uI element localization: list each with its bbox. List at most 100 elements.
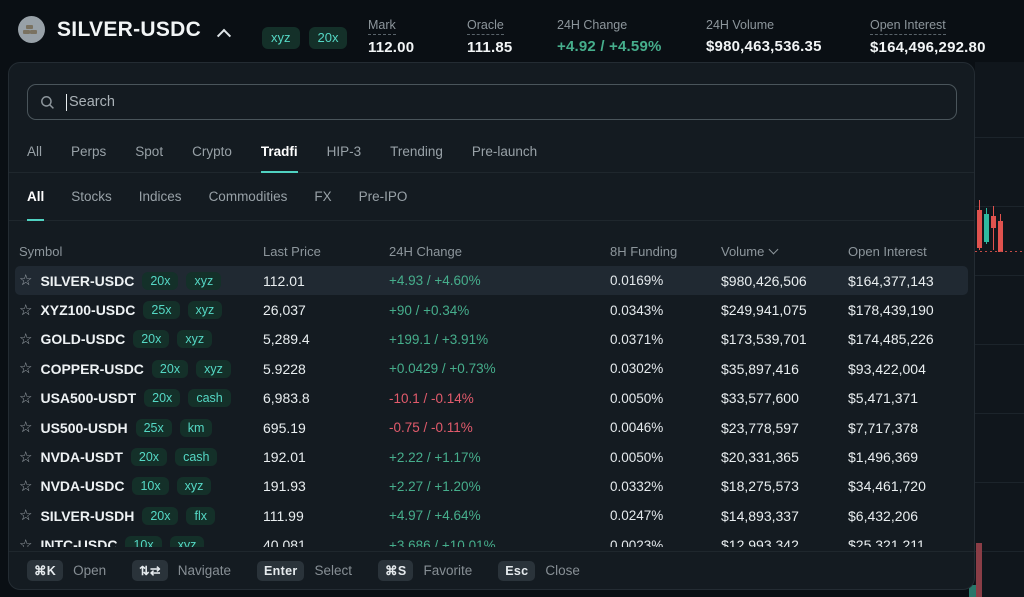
tab-all[interactable]: All: [27, 131, 42, 172]
kbd-close: Esc: [498, 561, 535, 581]
market-row-us500-usdh[interactable]: ☆ US500-USDH 25x km 695.19 -0.75 / -0.11…: [15, 413, 968, 442]
subtab-commodities[interactable]: Commodities: [209, 173, 288, 220]
subtab-pre-ipo[interactable]: Pre-IPO: [359, 173, 408, 220]
market-row-usa500-usdt[interactable]: ☆ USA500-USDT 20x cash 6,983.8 -10.1 / -…: [15, 384, 968, 413]
stat-label: 24H Volume: [706, 18, 774, 34]
candlestick: [984, 214, 989, 242]
24h-change: -0.75 / -0.11%: [389, 420, 610, 435]
leverage-badge: 20x: [142, 507, 178, 525]
dex-badge: cash: [188, 389, 230, 407]
subtab-fx[interactable]: FX: [314, 173, 331, 220]
tradfi-subtabs: All Stocks Indices Commodities FX Pre-IPO: [9, 173, 974, 221]
dex-badge: xyz: [196, 360, 231, 378]
8h-funding: 0.0050%: [610, 450, 721, 465]
open-interest: $25,321,211: [848, 537, 968, 547]
market-row-copper-usdc[interactable]: ☆ COPPER-USDC 20x xyz 5.9228 +0.0429 / +…: [15, 354, 968, 383]
shortcut-navigate: ⇅⇄Navigate: [132, 560, 231, 581]
market-list: ☆ SILVER-USDC 20x xyz 112.01 +4.93 / +4.…: [9, 266, 974, 547]
market-row-intc-usdc[interactable]: ☆ INTC-USDC 10x xyz 40,081 +3.686 / +10.…: [15, 531, 968, 547]
favorite-star-icon[interactable]: ☆: [19, 538, 32, 547]
volume-bar: [976, 543, 982, 597]
volume: $173,539,701: [721, 331, 848, 347]
stat-label: 24H Change: [557, 18, 627, 34]
tab-perps[interactable]: Perps: [71, 131, 106, 172]
column-header-volume[interactable]: Volume: [721, 244, 848, 259]
favorite-star-icon[interactable]: ☆: [19, 391, 32, 406]
volume: $20,331,365: [721, 449, 848, 465]
market-row-nvda-usdt[interactable]: ☆ NVDA-USDT 20x cash 192.01 +2.22 / +1.1…: [15, 442, 968, 471]
symbol-cell: ☆ INTC-USDC 10x xyz: [19, 536, 263, 547]
volume: $980,426,506: [721, 273, 848, 289]
volume: $23,778,597: [721, 420, 848, 436]
tab-spot[interactable]: Spot: [135, 131, 163, 172]
silver-coin-icon: [18, 16, 45, 43]
favorite-star-icon[interactable]: ☆: [19, 479, 32, 494]
symbol-label: NVDA-USDC: [40, 478, 124, 494]
chart-price-line: [975, 251, 1024, 252]
symbol-label: US500-USDH: [40, 420, 127, 436]
pair-title: SILVER-USDC: [57, 18, 201, 42]
stat-label[interactable]: Open Interest: [870, 18, 946, 35]
24h-change: -10.1 / -0.14%: [389, 391, 610, 406]
subtab-indices[interactable]: Indices: [139, 173, 182, 220]
market-row-gold-usdc[interactable]: ☆ GOLD-USDC 20x xyz 5,289.4 +199.1 / +3.…: [15, 325, 968, 354]
stat-open-interest: Open Interest $164,496,292.80: [870, 16, 986, 56]
tab-hip-3[interactable]: HIP-3: [327, 131, 362, 172]
market-row-nvda-usdc[interactable]: ☆ NVDA-USDC 10x xyz 191.93 +2.27 / +1.20…: [15, 472, 968, 501]
favorite-star-icon[interactable]: ☆: [19, 361, 32, 376]
shortcut-select: EnterSelect: [257, 561, 352, 581]
shortcut-favorite: ⌘SFavorite: [378, 560, 472, 581]
stat-value: $164,496,292.80: [870, 39, 986, 56]
column-header-24h-change[interactable]: 24H Change: [389, 244, 610, 259]
symbol-label: SILVER-USDC: [40, 273, 134, 289]
favorite-star-icon[interactable]: ☆: [19, 273, 32, 288]
symbol-cell: ☆ NVDA-USDC 10x xyz: [19, 477, 263, 495]
tab-crypto[interactable]: Crypto: [192, 131, 232, 172]
column-header-8h-funding[interactable]: 8H Funding: [610, 244, 721, 259]
stat-value: 111.85: [467, 39, 512, 56]
volume: $18,275,573: [721, 478, 848, 494]
search-box[interactable]: [27, 84, 957, 120]
pair-selector[interactable]: SILVER-USDC: [18, 16, 229, 43]
favorite-star-icon[interactable]: ☆: [19, 420, 32, 435]
pair-badges: xyz20x: [262, 27, 347, 49]
open-interest: $34,461,720: [848, 478, 968, 494]
subtab-stocks[interactable]: Stocks: [71, 173, 112, 220]
stat-label[interactable]: Mark: [368, 18, 396, 35]
volume: $35,897,416: [721, 361, 848, 377]
column-header-label: Last Price: [263, 244, 321, 259]
favorite-star-icon[interactable]: ☆: [19, 450, 32, 465]
background-price-chart: [975, 62, 1024, 597]
market-row-xyz100-usdc[interactable]: ☆ XYZ100-USDC 25x xyz 26,037 +90 / +0.34…: [15, 295, 968, 324]
shortcut-close: Esc Close: [498, 561, 580, 581]
market-row-silver-usdh[interactable]: ☆ SILVER-USDH 20x flx 111.99 +4.97 / +4.…: [15, 501, 968, 530]
favorite-star-icon[interactable]: ☆: [19, 508, 32, 523]
favorite-star-icon[interactable]: ☆: [19, 332, 32, 347]
stat-24h-change: 24H Change+4.92 / +4.59%: [557, 16, 662, 55]
dex-badge: xyz: [170, 536, 205, 547]
dex-badge: xyz: [177, 477, 212, 495]
kbd-navigate: ⇅⇄: [132, 560, 168, 581]
tab-trending[interactable]: Trending: [390, 131, 443, 172]
leverage-badge: 20x: [142, 272, 178, 290]
chart-gridlines: [975, 62, 1024, 597]
symbol-cell: ☆ GOLD-USDC 20x xyz: [19, 330, 263, 348]
symbol-label: SILVER-USDH: [40, 508, 134, 524]
shortcut-label: Close: [545, 563, 580, 578]
24h-change: +90 / +0.34%: [389, 303, 610, 318]
subtab-all[interactable]: All: [27, 173, 44, 220]
column-header-symbol[interactable]: Symbol: [19, 244, 263, 259]
dex-badge: xyz: [188, 301, 223, 319]
market-row-silver-usdc[interactable]: ☆ SILVER-USDC 20x xyz 112.01 +4.93 / +4.…: [15, 266, 968, 295]
tab-tradfi[interactable]: Tradfi: [261, 131, 298, 172]
candlestick: [993, 206, 994, 250]
column-header-last-price[interactable]: Last Price: [263, 244, 389, 259]
favorite-star-icon[interactable]: ☆: [19, 303, 32, 318]
tab-pre-launch[interactable]: Pre-launch: [472, 131, 537, 172]
column-header-open-interest[interactable]: Open Interest: [848, 244, 968, 259]
leverage-badge: 10x: [125, 536, 161, 547]
leverage-badge: 25x: [136, 419, 172, 437]
stat-label[interactable]: Oracle: [467, 18, 504, 35]
search-input[interactable]: [69, 94, 944, 110]
volume: $12,993,342: [721, 537, 848, 547]
